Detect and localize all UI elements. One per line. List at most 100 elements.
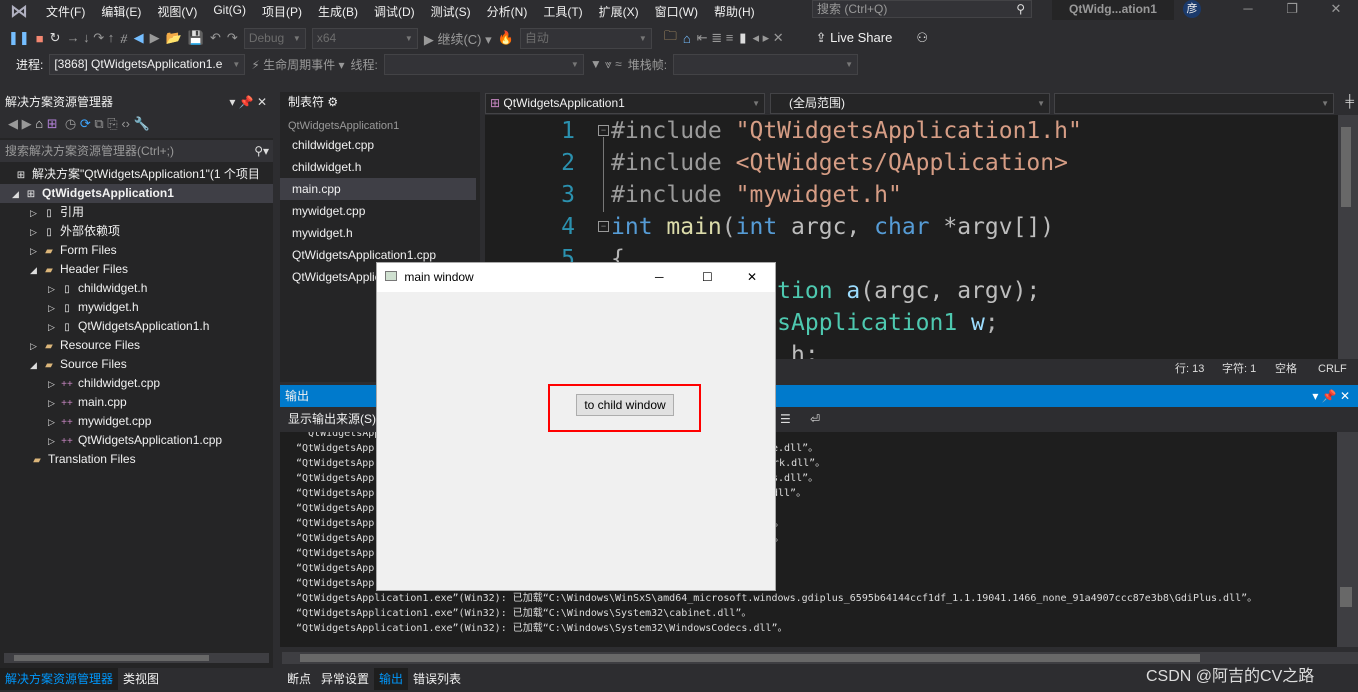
output-scrollbar[interactable]: [1337, 432, 1358, 647]
bookmark-nav-icons[interactable]: ◂ ▸ ✕: [752, 30, 783, 46]
restart-icon[interactable]: ↻: [50, 30, 61, 46]
tab-file[interactable]: mywidget.h: [280, 222, 480, 244]
bottom-tab[interactable]: 类视图: [118, 668, 164, 690]
menu-item[interactable]: 窗口(W): [647, 3, 706, 20]
stack-frame-dropdown[interactable]: ▼: [673, 53, 859, 75]
solution-search-input[interactable]: 搜索解决方案资源管理器(Ctrl+;) ⚲▾: [0, 140, 273, 162]
split-icon[interactable]: ╪: [1345, 94, 1354, 108]
collapsed-arrow-icon[interactable]: ▷: [48, 280, 60, 299]
menu-item[interactable]: 文件(F): [38, 3, 93, 20]
copy-icon[interactable]: ⎘: [107, 116, 117, 131]
tab-file[interactable]: main.cpp: [280, 178, 476, 200]
project-dropdown[interactable]: ⊞ QtWidgetsApplication1 ▼: [485, 93, 765, 114]
to-child-window-button[interactable]: to child window: [576, 394, 674, 416]
bookmark-icon[interactable]: ▮: [739, 30, 746, 46]
gear-icon[interactable]: ⚙: [327, 95, 338, 109]
bottom-tab[interactable]: 错误列表: [408, 668, 466, 690]
platform-dropdown[interactable]: x64 ▼: [311, 27, 418, 49]
menu-item[interactable]: 帮助(H): [706, 3, 763, 20]
expanded-arrow-icon[interactable]: ◢: [30, 261, 42, 280]
status-spaces[interactable]: 空格: [1275, 359, 1297, 379]
hot-reload-icon[interactable]: 🔥: [498, 30, 514, 46]
process-dropdown[interactable]: [3868] QtWidgetsApplication1.e ▼: [49, 53, 246, 75]
bottom-tab[interactable]: 输出: [374, 668, 409, 690]
forward-icon[interactable]: ▶: [22, 116, 32, 131]
expanded-arrow-icon[interactable]: ◢: [12, 185, 24, 204]
tab-file[interactable]: mywidget.cpp: [280, 200, 480, 222]
back-icon[interactable]: ◀: [8, 116, 18, 131]
status-eol[interactable]: CRLF: [1318, 359, 1347, 379]
menu-item[interactable]: 扩展(X): [591, 3, 647, 20]
maximize-icon[interactable]: ☐: [702, 263, 713, 291]
tree-item[interactable]: ▷ ++ childwidget.cpp: [0, 374, 273, 393]
tab-file[interactable]: childwidget.h: [280, 156, 480, 178]
avatar[interactable]: 彦: [1183, 0, 1201, 18]
history-icon[interactable]: ◷: [65, 116, 76, 131]
tree-item[interactable]: ▷ ++ mywidget.cpp: [0, 412, 273, 431]
tree-item[interactable]: ▷ ▰ Resource Files: [0, 336, 273, 355]
wrench-icon[interactable]: 🔧: [134, 116, 150, 131]
thread-dropdown[interactable]: ▼: [383, 53, 584, 75]
menu-item[interactable]: 分析(N): [479, 3, 536, 20]
panel-controls[interactable]: ▾ 📌 ✕: [229, 92, 267, 112]
collapsed-arrow-icon[interactable]: ▷: [30, 337, 42, 356]
stop-icon[interactable]: ■: [36, 31, 44, 46]
output-panel-controls[interactable]: ▾ 📌 ✕: [1312, 385, 1350, 407]
word-wrap-icon[interactable]: ⏎: [810, 407, 820, 432]
collapse-icon[interactable]: ⧉: [94, 116, 103, 131]
collapsed-arrow-icon[interactable]: ▷: [48, 394, 60, 413]
tree-item[interactable]: ▷ ▰ Form Files: [0, 241, 273, 260]
tree-item[interactable]: ▷ ▯ childwidget.h: [0, 279, 273, 298]
home-icon[interactable]: ⌂: [683, 31, 691, 46]
search-input[interactable]: 搜索 (Ctrl+Q) ⚲: [812, 0, 1032, 18]
tree-item[interactable]: ▷ ▯ mywidget.h: [0, 298, 273, 317]
redo-icon[interactable]: ↷: [227, 30, 238, 46]
undo-icon[interactable]: ↶: [210, 30, 221, 46]
collapsed-arrow-icon[interactable]: ▷: [48, 413, 60, 432]
collapse-icon[interactable]: −: [598, 125, 609, 136]
expanded-arrow-icon[interactable]: ◢: [30, 356, 42, 375]
pause-icon[interactable]: ❚❚: [8, 30, 30, 46]
save-icon[interactable]: 💾: [188, 30, 204, 46]
tree-item[interactable]: ▷ ▯ 引用: [0, 203, 273, 222]
menu-item[interactable]: 工具(T): [535, 3, 590, 20]
menu-item[interactable]: 调试(D): [366, 3, 423, 20]
step-icons[interactable]: → ↓ ↷ ↑: [67, 30, 115, 46]
indent-icons[interactable]: ⇤ ≣ ≡: [697, 30, 734, 46]
tree-item[interactable]: ▰ Translation Files: [0, 450, 273, 469]
configuration-dropdown[interactable]: Debug ▼: [243, 27, 306, 49]
tree-item[interactable]: ◢ ▰ Source Files: [0, 355, 273, 374]
lifecycle-button[interactable]: ⚡ 生命周期事件 ▾: [251, 56, 344, 73]
menu-item[interactable]: Git(G): [205, 3, 254, 20]
sync-icon[interactable]: ⟳: [80, 116, 91, 131]
find-in-files-icon[interactable]: 🗀: [664, 27, 677, 49]
vertical-scrollbar[interactable]: [1338, 115, 1358, 359]
collapsed-arrow-icon[interactable]: ▷: [48, 299, 60, 318]
menu-item[interactable]: 生成(B): [310, 3, 366, 20]
menu-item[interactable]: 视图(V): [149, 3, 205, 20]
live-share-button[interactable]: ⇪ Live Share: [816, 30, 893, 46]
tree-item[interactable]: ⊞ 解决方案"QtWidgetsApplication1"(1 个项目: [0, 165, 273, 184]
tree-item[interactable]: ▷ ++ main.cpp: [0, 393, 273, 412]
filter-icons[interactable]: ▼ ⩔ ≈: [590, 57, 622, 72]
hex-icon[interactable]: ⧣: [120, 30, 127, 46]
auto-dropdown[interactable]: 自动 ▼: [519, 27, 652, 49]
menu-item[interactable]: 项目(P): [254, 3, 310, 20]
collapsed-arrow-icon[interactable]: ▷: [30, 223, 42, 242]
collapsed-arrow-icon[interactable]: ▷: [48, 432, 60, 451]
collapsed-arrow-icon[interactable]: ▷: [48, 318, 60, 337]
minimize-icon[interactable]: ─: [655, 263, 664, 291]
open-folder-icon[interactable]: 📂: [166, 30, 182, 46]
feedback-icon[interactable]: ⚇: [916, 30, 928, 46]
clear-all-icon[interactable]: ☰: [780, 407, 791, 432]
scope-dropdown[interactable]: (全局范围) ▼: [770, 93, 1050, 114]
tree-item[interactable]: ◢ ⊞ QtWidgetsApplication1: [0, 184, 273, 203]
back-icon[interactable]: ◀: [134, 30, 144, 46]
vs-switch-icon[interactable]: ⊞: [47, 116, 58, 131]
forward-icon[interactable]: ▶: [150, 30, 160, 46]
tab-file[interactable]: childwidget.cpp: [280, 134, 480, 156]
menu-item[interactable]: 编辑(E): [93, 3, 149, 20]
close-icon[interactable]: ✕: [747, 263, 757, 291]
code-icon[interactable]: ‹›: [121, 116, 130, 131]
collapse-icon[interactable]: −: [598, 221, 609, 232]
